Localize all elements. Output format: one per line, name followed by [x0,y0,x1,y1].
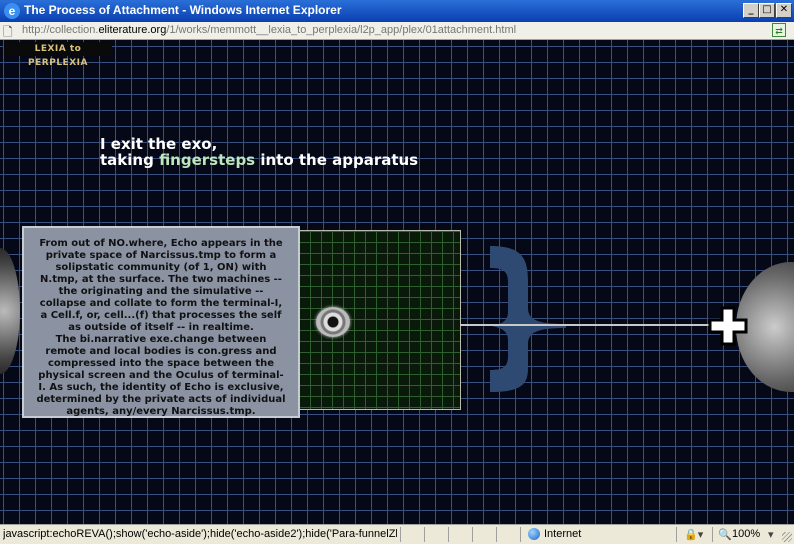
zone-label: Internet [544,528,582,540]
cross-icon[interactable] [708,306,748,346]
status-separator [712,527,713,542]
heading-line-1: I exit the exo, [100,135,218,153]
zoom-dropdown-icon[interactable]: ▾ [768,528,774,541]
eye-icon[interactable] [316,307,350,337]
status-separator [448,527,449,542]
resize-grip[interactable] [782,532,792,542]
internet-zone-icon [528,528,540,540]
status-separator [424,527,425,542]
status-separator [496,527,497,542]
page-heading: I exit the exo, taking fingersteps into … [100,136,418,168]
status-separator [400,527,401,542]
connector-line [460,324,740,326]
status-text: javascript:echoREVA();show('echo-aside')… [3,528,397,540]
zoom-icon[interactable]: 🔍 [718,528,732,541]
heading-post: into the apparatus [255,151,419,169]
brace-icon[interactable] [482,244,568,394]
page-content: LEXIA to PERPLEXIA I exit the exo, takin… [0,40,794,524]
left-sphere-image [0,248,20,374]
close-button[interactable]: ✕ [776,3,792,18]
url-suffix: /1/works/memmott__lexia_to_perplexia/l2p… [166,24,517,36]
url-domain: eliterature.org [98,24,167,36]
echo-paragraph-2: The bi.narrative exe.change between remo… [36,334,286,417]
security-icon[interactable]: 🔒▾ [684,528,703,541]
maximize-button[interactable]: □ [759,3,775,18]
title-bar: e The Process of Attachment - Windows In… [0,0,794,22]
ie-icon: e [4,3,20,19]
fingersteps-link[interactable]: fingersteps [159,151,255,169]
minimize-button[interactable]: _ [743,3,759,18]
compat-view-icon[interactable]: ⇄ [772,23,786,37]
status-separator [676,527,677,542]
zoom-level[interactable]: 100% [732,528,760,540]
site-logo[interactable]: LEXIA to PERPLEXIA [4,42,112,68]
status-bar: javascript:echoREVA();show('echo-aside')… [0,524,794,544]
window-title: The Process of Attachment - Windows Inte… [24,3,342,17]
echo-paragraph-1: From out of NO.where, Echo appears in th… [39,238,283,333]
status-separator [520,527,521,542]
status-separator [472,527,473,542]
address-url[interactable]: http://collection.eliterature.org/1/work… [22,24,516,36]
url-prefix: http://collection. [22,24,99,36]
heading-line-2: taking fingersteps into the apparatus [100,152,418,168]
echo-text-box: From out of NO.where, Echo appears in th… [22,226,300,418]
heading-pre: taking [100,151,160,169]
address-bar[interactable]: 🗋 http://collection.eliterature.org/1/wo… [0,22,794,40]
